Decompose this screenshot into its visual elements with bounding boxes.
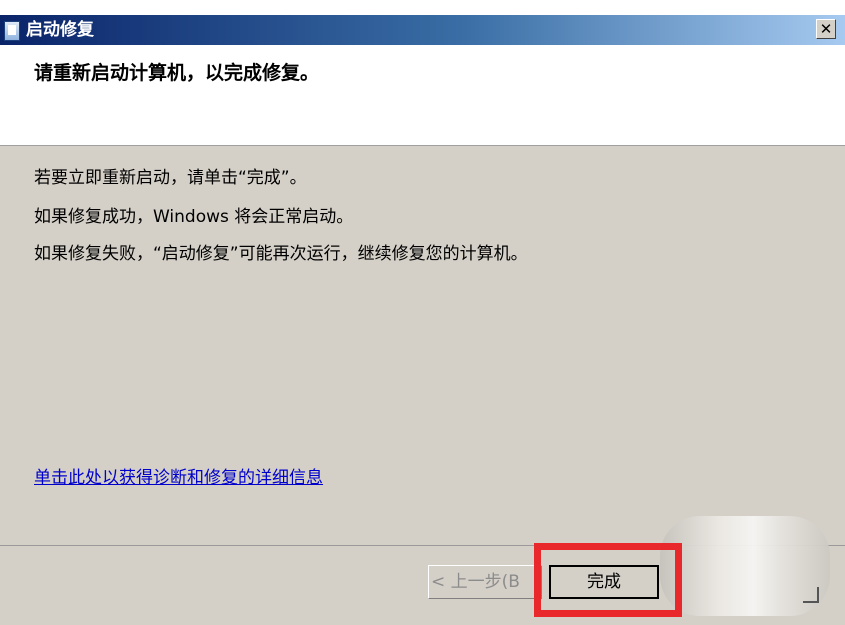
highlight-box [534,543,682,617]
title-bar: 启动修复 ✕ [0,15,845,45]
back-button[interactable]: < 上一步(B [428,565,542,599]
close-button[interactable]: ✕ [816,19,836,39]
info-line-1: 若要立即重新启动，请单击“完成”。 [34,168,307,188]
header-panel: 请重新启动计算机，以完成修复。 [0,45,845,145]
close-icon: ✕ [819,20,833,38]
info-line-3: 如果修复失败，“启动修复”可能再次运行，继续修复您的计算机。 [34,244,528,264]
details-link[interactable]: 单击此处以获得诊断和修复的详细信息 [34,466,323,490]
footer-panel: < 上一步(B 完成 [0,516,845,625]
window-title: 启动修复 [26,20,94,40]
app-icon [4,21,20,41]
resize-grip[interactable] [803,587,819,603]
content-panel: 若要立即重新启动，请单击“完成”。 如果修复成功，Windows 将会正常启动。… [0,145,845,546]
header-instruction: 请重新启动计算机，以完成修复。 [34,62,320,84]
info-line-2: 如果修复成功，Windows 将会正常启动。 [34,207,354,227]
